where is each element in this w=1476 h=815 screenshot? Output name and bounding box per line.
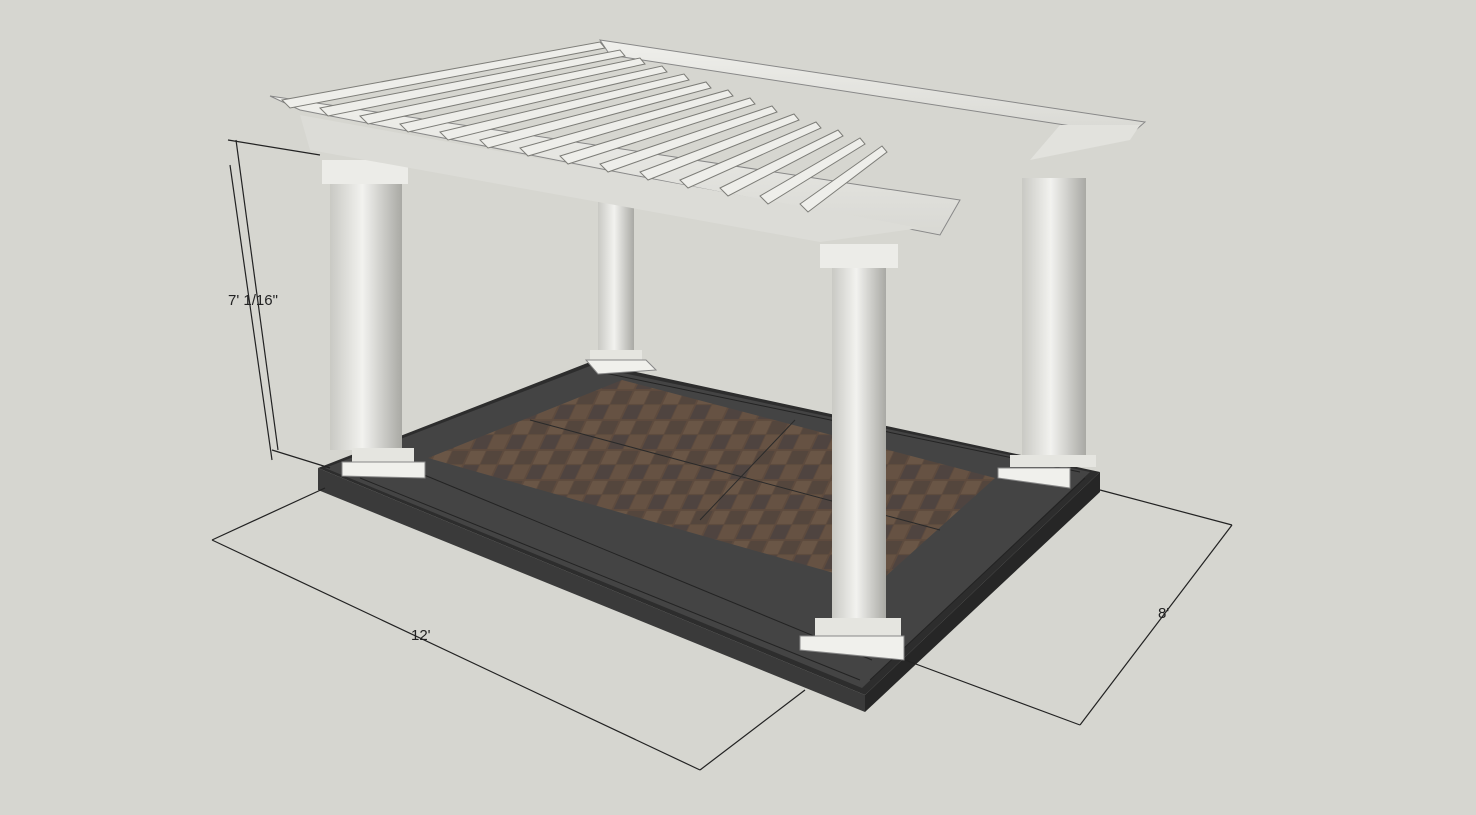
pergola-model-view: 7' 1/16" 12' 8' [211, 39, 1233, 771]
length-label: 12' [411, 627, 431, 644]
column-front-left [322, 160, 426, 479]
width-label: 8' [1158, 605, 1169, 622]
height-label: 7' 1/16" [228, 292, 278, 309]
column-back-right [997, 178, 1096, 489]
